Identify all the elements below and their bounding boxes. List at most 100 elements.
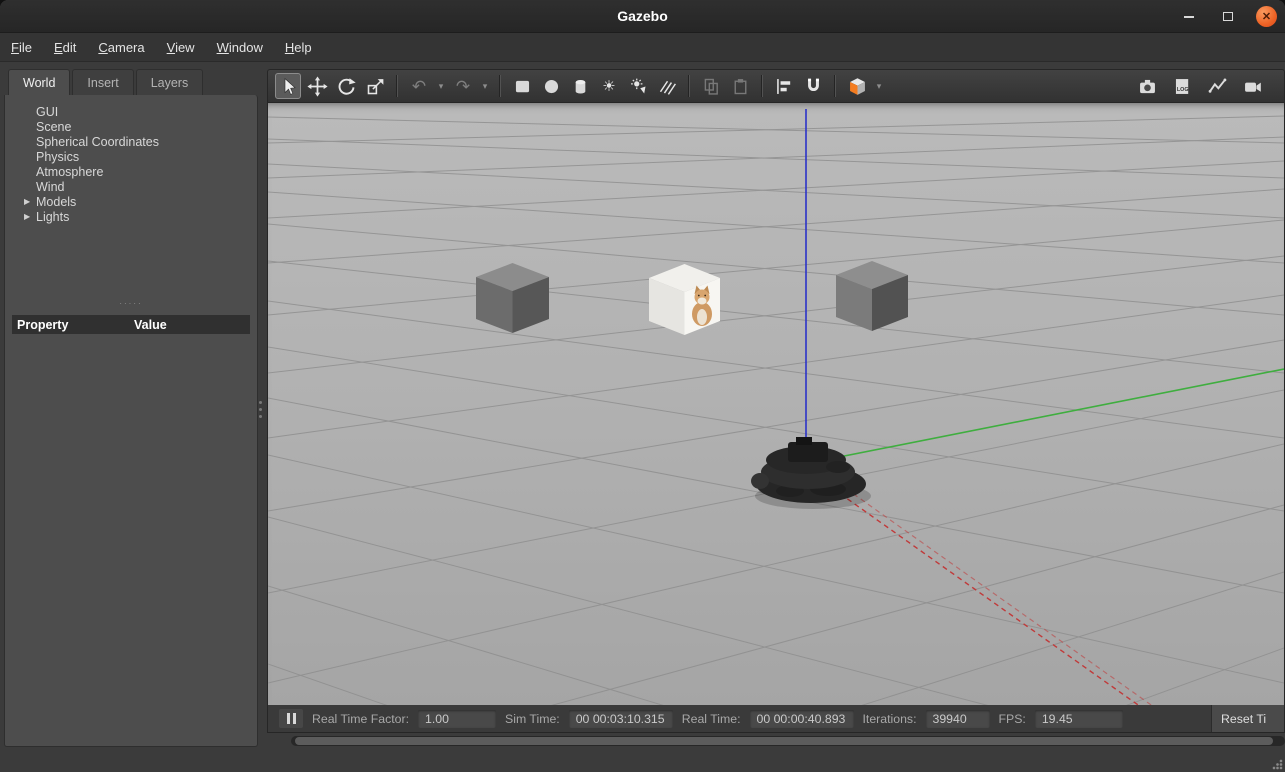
toolbar-separator [688, 75, 690, 97]
fps-value[interactable]: 19.45 [1035, 710, 1123, 728]
tree-item-label: Physics [36, 150, 79, 164]
horizontal-scrollbar[interactable] [291, 736, 1285, 746]
camera-icon [1137, 76, 1158, 97]
titlebar[interactable]: Gazebo ✕ [0, 0, 1285, 33]
left-panel: World Insert Layers GUI Scene Spherical … [4, 69, 258, 747]
redo-button[interactable]: ↷ [450, 73, 476, 99]
tree-item-label: Lights [36, 210, 69, 224]
property-column-header: Property [12, 318, 134, 332]
expand-arrow-icon[interactable]: ▶ [24, 197, 36, 206]
tree-item-spherical-coordinates[interactable]: Spherical Coordinates [5, 134, 257, 149]
minimize-icon [1184, 16, 1194, 18]
tree-item-label: Models [36, 195, 76, 209]
undo-button[interactable]: ↶ [406, 73, 432, 99]
real-time-value[interactable]: 00 00:00:40.893 [750, 710, 854, 728]
toolbar-separator [396, 75, 398, 97]
expand-arrow-icon[interactable]: ▶ [24, 212, 36, 221]
pause-button[interactable] [279, 709, 303, 728]
screenshot-button[interactable] [1134, 73, 1160, 99]
point-light-icon: ☀ [602, 79, 615, 94]
property-table-header: Property Value [12, 315, 250, 334]
tree-item-gui[interactable]: GUI [5, 104, 257, 119]
cube-gray-right[interactable] [836, 261, 908, 331]
cursor-icon [278, 76, 299, 97]
tree-item-scene[interactable]: Scene [5, 119, 257, 134]
redo-dropdown[interactable]: ▾ [479, 73, 491, 99]
scale-tool-button[interactable] [362, 73, 388, 99]
menu-edit[interactable]: Edit [54, 40, 76, 55]
cube-gray-left[interactable] [476, 263, 549, 333]
spot-light-icon [628, 76, 649, 97]
scene-3d [268, 103, 1284, 705]
window-resize-grip[interactable] [1272, 759, 1283, 770]
tab-world[interactable]: World [8, 69, 70, 95]
x-axis-line-secondary [824, 473, 1154, 705]
move-icon [307, 76, 328, 97]
video-record-button[interactable] [1239, 73, 1265, 99]
insert-box-button[interactable] [509, 73, 535, 99]
insert-cylinder-button[interactable] [567, 73, 593, 99]
select-tool-button[interactable] [275, 73, 301, 99]
paste-button[interactable] [727, 73, 753, 99]
insert-spot-light-button[interactable] [625, 73, 651, 99]
align-tool-button[interactable] [771, 73, 797, 99]
menu-file[interactable]: File [11, 40, 32, 55]
log-record-button[interactable]: LOG [1169, 73, 1195, 99]
log-icon-label: LOG [1176, 86, 1188, 92]
undo-icon: ↶ [412, 78, 426, 95]
menu-window[interactable]: Window [217, 40, 263, 55]
tree-item-atmosphere[interactable]: Atmosphere [5, 164, 257, 179]
render-canvas[interactable] [267, 103, 1285, 705]
menubar: File Edit Camera View Window Help [0, 33, 1285, 62]
y-axis-line [814, 369, 1284, 462]
robot-model[interactable] [751, 437, 871, 509]
window-title: Gazebo [617, 8, 668, 24]
tab-layers[interactable]: Layers [136, 69, 204, 95]
render-viewport: ↶ ▾ ↷ ▾ ☀ [267, 69, 1285, 747]
panel-splitter-handle[interactable]: ····· [5, 300, 257, 308]
toolbar-right-group: LOG [1134, 73, 1265, 99]
pause-icon [293, 713, 296, 724]
copy-icon [701, 76, 722, 97]
tree-item-lights[interactable]: ▶Lights [5, 209, 257, 224]
paste-icon [730, 76, 751, 97]
reset-time-button[interactable]: Reset Ti [1211, 705, 1284, 732]
undo-dropdown[interactable]: ▾ [435, 73, 447, 99]
tree-item-models[interactable]: ▶Models [5, 194, 257, 209]
snap-tool-button[interactable] [800, 73, 826, 99]
minimize-button[interactable] [1178, 6, 1200, 28]
maximize-button[interactable] [1217, 6, 1239, 28]
view-cube-icon [847, 76, 868, 97]
tree-item-wind[interactable]: Wind [5, 179, 257, 194]
world-tree-panel: GUI Scene Spherical Coordinates Physics … [4, 95, 258, 747]
view-angle-button[interactable] [844, 73, 870, 99]
menu-help[interactable]: Help [285, 40, 312, 55]
render-toolbar: ↶ ▾ ↷ ▾ ☀ [267, 69, 1285, 103]
view-angle-dropdown[interactable]: ▾ [873, 73, 885, 99]
real-time-factor-value[interactable]: 1.00 [418, 710, 496, 728]
insert-directional-light-button[interactable] [654, 73, 680, 99]
iterations-value[interactable]: 39940 [926, 710, 990, 728]
menu-view[interactable]: View [167, 40, 195, 55]
box-icon [512, 76, 533, 97]
plot-icon [1207, 76, 1228, 97]
menu-camera[interactable]: Camera [98, 40, 144, 55]
tab-insert[interactable]: Insert [72, 69, 133, 95]
ground-grid [268, 116, 1284, 705]
cylinder-icon [570, 76, 591, 97]
copy-button[interactable] [698, 73, 724, 99]
plot-window-button[interactable] [1204, 73, 1230, 99]
sim-time-value[interactable]: 00 00:03:10.315 [569, 710, 673, 728]
window-controls: ✕ [1178, 0, 1277, 33]
panel-tabs: World Insert Layers [4, 69, 258, 95]
gazebo-window: Gazebo ✕ File Edit Camera View Window He… [0, 0, 1285, 772]
rotate-tool-button[interactable] [333, 73, 359, 99]
insert-point-light-button[interactable]: ☀ [596, 73, 622, 99]
world-tree: GUI Scene Spherical Coordinates Physics … [5, 95, 257, 224]
horizontal-scrollbar-thumb[interactable] [295, 737, 1273, 745]
tree-item-physics[interactable]: Physics [5, 149, 257, 164]
insert-sphere-button[interactable] [538, 73, 564, 99]
cube-cat-texture[interactable] [649, 264, 720, 335]
translate-tool-button[interactable] [304, 73, 330, 99]
close-button[interactable]: ✕ [1256, 6, 1277, 27]
